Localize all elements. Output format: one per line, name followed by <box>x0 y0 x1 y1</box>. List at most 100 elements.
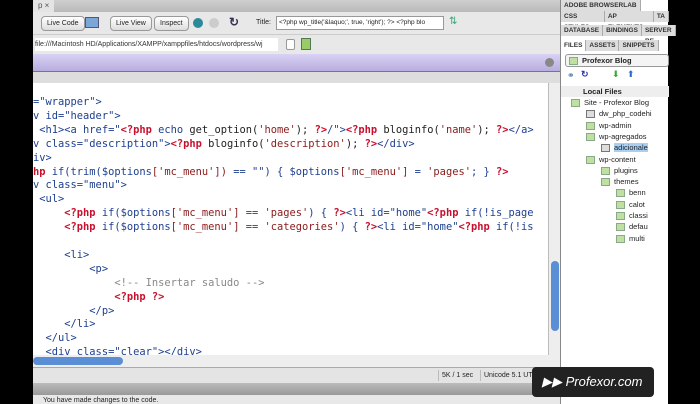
panel-tab-ta[interactable]: TA <box>653 11 669 22</box>
panel-tab-snippets[interactable]: SNIPPETS <box>619 40 659 51</box>
file-tree-item[interactable]: plugins <box>601 165 638 177</box>
horizontal-scroll-thumb[interactable] <box>33 357 123 365</box>
globe-icon[interactable] <box>193 18 203 28</box>
file-tree-label: wp-admin <box>599 120 632 130</box>
file-tree-item[interactable]: wp-admin <box>586 120 632 132</box>
panel-tab-assets[interactable]: ASSETS <box>586 40 620 51</box>
file-tree-item[interactable]: benn <box>616 187 646 199</box>
address-input[interactable]: file:///Macintosh HD/Applications/XAMPP/… <box>35 38 278 51</box>
panel-tab-files[interactable]: FILES <box>561 40 587 51</box>
refresh-icon[interactable]: ↻ <box>581 69 589 80</box>
connect-icon[interactable]: ⚭ <box>567 70 575 81</box>
vertical-scroll-thumb[interactable] <box>551 261 559 331</box>
code-token: /"> <box>327 123 346 136</box>
code-line[interactable]: <!-- Insertar saludo --> <box>33 276 264 290</box>
panel-tab-database[interactable]: DATABASE <box>561 25 604 36</box>
file-tree-item[interactable]: dw_php_codehi <box>586 108 652 120</box>
code-line[interactable]: v id="header"> <box>33 109 121 123</box>
code-line[interactable]: hp if(trim($options['mc_menu']) == "") {… <box>33 165 509 179</box>
code-line[interactable]: v class="menu"> <box>33 178 127 192</box>
title-input[interactable]: <?php wp_title('&laquo;', true, 'right')… <box>276 16 444 30</box>
panel-tab-bindings[interactable]: BINDINGS <box>603 25 642 36</box>
code-line[interactable]: ="wrapper"> <box>33 95 102 109</box>
panel-tab-ap-elements[interactable]: AP ELEMENTS <box>604 11 654 31</box>
file-tree-label: plugins <box>614 165 638 175</box>
file-tree-item[interactable]: wp-agregados <box>586 131 647 143</box>
code-line[interactable]: <h1><a href="<?php echo get_option('home… <box>33 123 533 137</box>
code-line[interactable]: <?php ?> <box>33 290 164 304</box>
code-line[interactable]: <?php if($options['mc_menu'] == 'categor… <box>33 220 533 234</box>
code-token: v class="menu"> <box>33 179 127 192</box>
tab-browserlab[interactable]: ADOBE BROWSERLAB <box>561 0 641 11</box>
code-token: <?php <box>345 123 378 136</box>
code-line[interactable]: <li> <box>33 248 89 262</box>
file-tree-label: wp-content <box>599 154 636 164</box>
code-line[interactable]: <?php if($options['mc_menu'] == 'pages')… <box>33 206 533 220</box>
get-files-icon[interactable]: ⬇ <box>612 69 620 80</box>
check-browser-icon[interactable] <box>85 17 99 28</box>
file-management-icon[interactable]: ⇅ <box>449 16 457 27</box>
code-token: <?php ?> <box>114 290 165 303</box>
file-tree-item[interactable]: Site - Profexor Blog <box>571 97 649 109</box>
code-line[interactable]: </li> <box>33 317 95 331</box>
horizontal-scrollbar[interactable] <box>33 355 560 367</box>
live-code-button[interactable]: Live Code <box>41 16 85 31</box>
code-token: bloginfo( <box>201 137 265 150</box>
file-tree-item[interactable]: classi <box>616 210 648 222</box>
code-token: </div> <box>377 137 415 150</box>
visual-aids-icon[interactable] <box>209 18 219 28</box>
code-line[interactable]: <p> <box>33 262 108 276</box>
file-tree-label: classi <box>629 211 648 220</box>
file-tree-item[interactable]: adicionale <box>601 142 648 154</box>
code-token: = <box>408 165 428 178</box>
live-view-button[interactable]: Live View <box>110 16 152 31</box>
files-panel: ADOBE BROWSERLAB CSS STYLESAP ELEMENTSTA… <box>560 0 676 404</box>
document-tab[interactable]: p × <box>33 0 55 12</box>
code-line[interactable]: </ul> <box>33 331 77 345</box>
file-tree-item[interactable]: multi <box>616 233 645 245</box>
folder-icon <box>601 166 610 175</box>
code-line[interactable]: <div class="clear"></div> <box>33 345 202 355</box>
code-token: <h1><a href=" <box>33 123 121 136</box>
code-token: if( <box>95 207 121 220</box>
folder-icon <box>569 57 578 66</box>
code-line[interactable]: <ul> <box>33 192 64 206</box>
code-token: ['mc_menu'] <box>339 165 409 178</box>
site-select[interactable]: Profexor Blog <box>565 54 669 67</box>
address-stepper[interactable] <box>286 39 295 50</box>
code-editor[interactable]: ="wrapper"> v id="header"> <h1><a href="<… <box>33 83 548 355</box>
file-tree-item[interactable]: calot <box>616 199 645 211</box>
file-tree-item[interactable]: defau <box>616 221 648 233</box>
code-token: 'name' <box>439 123 478 136</box>
code-token: <?php <box>458 221 490 234</box>
code-token: ?> <box>333 207 346 220</box>
code-line[interactable]: </p> <box>33 304 114 318</box>
title-label: Title: <box>256 19 271 26</box>
code-token: <li id="home" <box>377 221 459 234</box>
code-line[interactable]: iv> <box>33 151 52 165</box>
code-token: if(trim( <box>45 165 102 178</box>
panel-tab-server-be[interactable]: SERVER BE <box>641 25 676 45</box>
code-token: <?php <box>64 221 96 234</box>
code-line[interactable]: v class="description"><?php bloginfo('de… <box>33 137 415 151</box>
code-token: 'pages' <box>427 165 471 178</box>
code-token: $options <box>289 165 340 178</box>
inspect-button[interactable]: Inspect <box>154 16 189 31</box>
folder-icon <box>571 99 580 108</box>
file-tree-item[interactable]: wp-content <box>586 154 636 166</box>
file-tree-item[interactable]: themes <box>601 176 639 188</box>
put-files-icon[interactable]: ⬆ <box>627 69 635 80</box>
refresh-icon[interactable]: ↻ <box>229 15 239 29</box>
code-token: bloginfo( <box>377 123 440 136</box>
code-token: ?> <box>364 221 378 234</box>
code-token: get_option( <box>189 123 259 136</box>
code-token: 'description' <box>264 137 346 150</box>
code-token: <?php <box>120 123 152 136</box>
vertical-scrollbar[interactable] <box>548 83 560 355</box>
close-icon[interactable] <box>545 58 554 67</box>
view-options-icon[interactable] <box>301 38 311 50</box>
panel-tab-css-styles[interactable]: CSS STYLES <box>561 11 605 31</box>
file-tree-label: Site - Profexor Blog <box>584 98 650 107</box>
